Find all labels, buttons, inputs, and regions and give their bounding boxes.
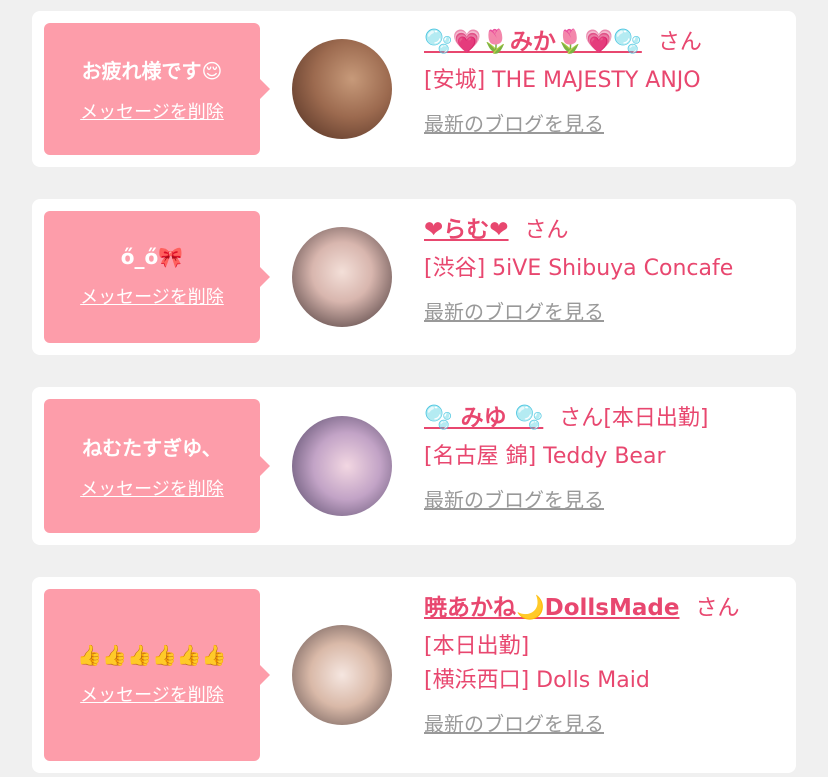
avatar[interactable] (292, 416, 392, 516)
honorific: さん (657, 30, 702, 55)
shop-line: [名古屋 錦] Teddy Bear (424, 444, 666, 469)
message-card: ő_ő🎀 メッセージを削除 ❤らむ❤ さん [渋谷] 5iVE Shibuya C… (32, 199, 796, 355)
shop-line: [渋谷] 5iVE Shibuya Concafe (424, 256, 734, 281)
message-card: 👍👍👍👍👍👍 メッセージを削除 暁あかね🌙DollsMade さん [本日出勤] … (32, 577, 796, 773)
avatar[interactable] (292, 227, 392, 327)
cast-info: 🫧 みゆ 🫧 さん[本日出勤] [名古屋 錦] Teddy Bear 最新のブログ… (424, 401, 776, 513)
delete-message-link[interactable]: メッセージを削除 (80, 475, 224, 501)
shop-line: [本日出勤] (424, 634, 530, 659)
avatar[interactable] (292, 625, 392, 725)
delete-message-link[interactable]: メッセージを削除 (80, 283, 224, 309)
delete-message-link[interactable]: メッセージを削除 (80, 98, 224, 124)
avatar[interactable] (292, 39, 392, 139)
message-bubble: 👍👍👍👍👍👍 メッセージを削除 (44, 589, 270, 761)
shop-line: [安城] THE MAJESTY ANJO (424, 68, 701, 93)
status-text: [本日出勤] (603, 406, 709, 431)
message-bubble: ねむたすぎゆ、 メッセージを削除 (44, 399, 270, 533)
blog-link[interactable]: 最新のブログを見る (424, 296, 604, 325)
honorific: さん (524, 218, 569, 243)
cast-name-link[interactable]: 🫧 みゆ 🫧 (424, 405, 543, 431)
message-card: お疲れ様です😌 メッセージを削除 🫧💗🌷みか🌷💗🫧 さん [安城] THE MAJ… (32, 11, 796, 167)
blog-link[interactable]: 最新のブログを見る (424, 708, 604, 737)
message-text: ő_ő🎀 (120, 245, 184, 269)
cast-name-link[interactable]: 🫧💗🌷みか🌷💗🫧 (424, 29, 642, 55)
honorific: さん (695, 596, 740, 621)
shop-line: [横浜西口] Dolls Maid (424, 668, 650, 693)
delete-message-link[interactable]: メッセージを削除 (80, 681, 224, 707)
message-card: ねむたすぎゆ、 メッセージを削除 🫧 みゆ 🫧 さん[本日出勤] [名古屋 錦] … (32, 387, 796, 545)
message-text: ねむたすぎゆ、 (82, 435, 222, 460)
blog-link[interactable]: 最新のブログを見る (424, 484, 604, 513)
honorific: さん (559, 406, 604, 431)
cast-info: ❤らむ❤ さん [渋谷] 5iVE Shibuya Concafe 最新のブログを… (424, 213, 776, 325)
message-bubble: お疲れ様です😌 メッセージを削除 (44, 23, 270, 155)
message-text: 👍👍👍👍👍👍 (77, 643, 227, 667)
message-text: お疲れ様です😌 (81, 58, 223, 83)
message-bubble: ő_ő🎀 メッセージを削除 (44, 211, 270, 343)
cast-info: 暁あかね🌙DollsMade さん [本日出勤] [横浜西口] Dolls Mai… (424, 591, 776, 737)
cast-name-link[interactable]: ❤らむ❤ (424, 217, 509, 243)
blog-link[interactable]: 最新のブログを見る (424, 108, 604, 137)
cast-info: 🫧💗🌷みか🌷💗🫧 さん [安城] THE MAJESTY ANJO 最新のブログを… (424, 25, 776, 137)
cast-name-link[interactable]: 暁あかね🌙DollsMade (424, 595, 679, 621)
